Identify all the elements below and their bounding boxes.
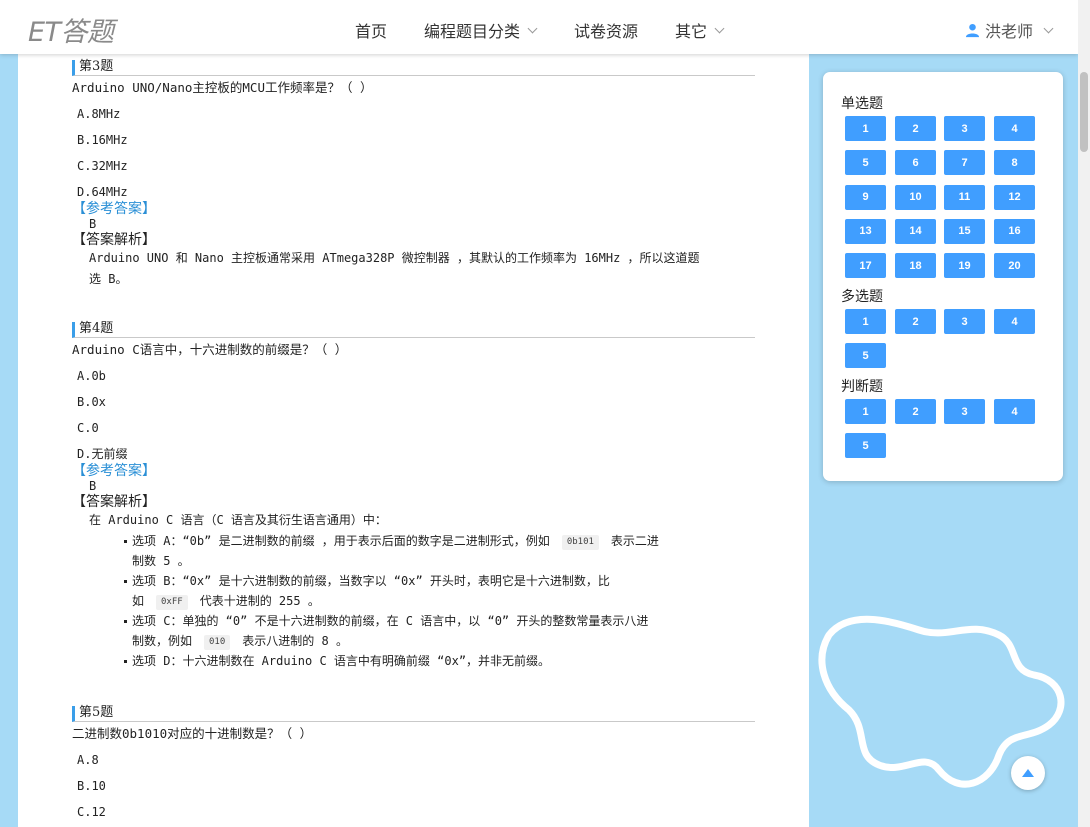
single-question-button[interactable]: 2 bbox=[895, 116, 936, 141]
question-title: 第3题 bbox=[72, 60, 755, 76]
option-a[interactable]: A.8MHz bbox=[77, 106, 755, 132]
explanation-bullet: 选项 A：“0b” 是二进制数的前缀 ，用于表示后面的数字是二进制形式，例如 0b… bbox=[124, 531, 755, 571]
chevron-down-icon bbox=[527, 23, 538, 33]
single-question-button[interactable]: 5 bbox=[845, 150, 886, 176]
option-d[interactable]: D.无前缀 bbox=[77, 446, 755, 462]
question-title: 第4题 bbox=[72, 322, 755, 338]
question-stem: 二进制数0b1010对应的十进制数是？（ ） bbox=[72, 726, 313, 741]
explanation-bullet: 选项 D：十六进制数在 Arduino C 语言中有明确前缀 “0x”，并非无前… bbox=[124, 651, 755, 671]
back-to-top-button[interactable] bbox=[1011, 756, 1045, 790]
multi-question-button[interactable]: 5 bbox=[845, 343, 886, 369]
single-question-button[interactable]: 7 bbox=[944, 150, 985, 176]
single-question-button[interactable]: 20 bbox=[994, 253, 1035, 279]
single-question-button[interactable]: 3 bbox=[944, 116, 985, 141]
single-question-button[interactable]: 18 bbox=[895, 253, 936, 279]
single-question-button[interactable]: 12 bbox=[994, 184, 1035, 210]
option-a[interactable]: A.8 bbox=[77, 752, 755, 778]
single-question-button[interactable]: 19 bbox=[944, 253, 985, 279]
question-5: 第5题 二进制数0b1010对应的十进制数是？（ ） A.8 B.10 C.12 bbox=[72, 706, 755, 827]
nav-home-label: 首页 bbox=[355, 24, 388, 41]
single-question-button[interactable]: 14 bbox=[895, 218, 936, 244]
nav-categories-label: 编程题目分类 bbox=[424, 24, 521, 41]
option-c[interactable]: C.12 bbox=[77, 804, 755, 827]
code-snippet: 0xFF bbox=[156, 595, 188, 610]
explanation-bullet: 选项 C：单独的 “0” 不是十六进制数的前缀，在 C 语言中，以 “0” 开头… bbox=[124, 611, 755, 651]
option-c[interactable]: C.0 bbox=[77, 420, 755, 446]
scrollbar-thumb[interactable] bbox=[1080, 72, 1088, 152]
single-question-button[interactable]: 17 bbox=[845, 253, 886, 279]
caret-up-icon bbox=[1022, 769, 1034, 777]
judge-question-button[interactable]: 3 bbox=[944, 399, 985, 424]
nav-papers[interactable]: 试卷资源 bbox=[574, 18, 638, 42]
code-snippet: 010 bbox=[204, 635, 231, 650]
nav-categories-dropdown[interactable]: 编程题目分类 bbox=[424, 18, 538, 42]
single-question-button[interactable]: 16 bbox=[994, 218, 1035, 244]
judge-question-button[interactable]: 4 bbox=[994, 399, 1035, 424]
option-c[interactable]: C.32MHz bbox=[77, 158, 755, 184]
option-d[interactable]: D.64MHz bbox=[77, 184, 755, 200]
single-question-button[interactable]: 4 bbox=[994, 116, 1035, 141]
explanation-intro: 在 Arduino C 语言（C 语言及其衍生语言通用）中： bbox=[89, 513, 387, 527]
user-menu[interactable]: 洪老师 bbox=[965, 18, 1054, 42]
page-scrollbar[interactable] bbox=[1078, 0, 1090, 827]
explanation-line: 选 B。 bbox=[89, 272, 128, 286]
answer-value: B bbox=[89, 217, 97, 231]
multi-question-button[interactable]: 1 bbox=[845, 309, 886, 334]
judge-question-button[interactable]: 2 bbox=[895, 399, 936, 424]
chevron-down-icon bbox=[1043, 23, 1054, 33]
single-question-button[interactable]: 6 bbox=[895, 150, 936, 176]
multi-question-button[interactable]: 4 bbox=[994, 309, 1035, 334]
top-navbar: ET答题 首页 编程题目分类 试卷资源 其它 洪老师 bbox=[0, 0, 1078, 54]
question-stem: Arduino UNO/Nano主控板的MCU工作频率是？（ ） bbox=[72, 80, 373, 95]
judge-question-button[interactable]: 5 bbox=[845, 433, 886, 459]
site-logo[interactable]: ET答题 bbox=[28, 10, 114, 49]
single-question-button[interactable]: 9 bbox=[845, 184, 886, 210]
nav-papers-label: 试卷资源 bbox=[574, 24, 639, 41]
option-b[interactable]: B.0x bbox=[77, 394, 755, 420]
option-a[interactable]: A.0b bbox=[77, 368, 755, 394]
single-question-button[interactable]: 10 bbox=[895, 184, 936, 210]
question-navigator: 单选题 1 2 3 4 5 6 7 8 9 10 11 12 13 14 15 16 17 18 19 20 多选题 … bbox=[823, 72, 1063, 481]
explanation-bullet: 选项 B：“0x” 是十六进制数的前缀，当数字以 “0x” 开头时，表明它是十六… bbox=[124, 571, 755, 611]
user-name: 洪老师 bbox=[984, 24, 1033, 41]
option-b[interactable]: B.16MHz bbox=[77, 132, 755, 158]
judge-question-button[interactable]: 1 bbox=[845, 399, 886, 424]
code-snippet: 0b101 bbox=[561, 535, 599, 550]
answer-heading: 【参考答案】 bbox=[72, 462, 156, 478]
section-label-multi: 多选题 bbox=[841, 288, 883, 304]
single-question-button[interactable]: 13 bbox=[845, 218, 886, 244]
chevron-down-icon bbox=[714, 23, 725, 33]
question-title: 第5题 bbox=[72, 706, 755, 722]
section-label-single: 单选题 bbox=[841, 95, 883, 111]
question-stem: Arduino C语言中，十六进制数的前缀是？（ ） bbox=[72, 342, 348, 357]
nav-other-label: 其它 bbox=[675, 24, 708, 41]
multi-question-button[interactable]: 3 bbox=[944, 309, 985, 334]
explanation-heading: 【答案解析】 bbox=[72, 493, 156, 509]
single-question-button[interactable]: 15 bbox=[944, 218, 985, 244]
user-icon bbox=[965, 23, 980, 37]
explanation-line: Arduino UNO 和 Nano 主控板通常采用 ATmega328P 微控… bbox=[89, 251, 700, 265]
answer-heading: 【参考答案】 bbox=[72, 200, 156, 216]
nav-other-dropdown[interactable]: 其它 bbox=[675, 18, 725, 42]
question-content-panel: 第3题 Arduino UNO/Nano主控板的MCU工作频率是？（ ） A.8… bbox=[18, 54, 809, 827]
answer-value: B bbox=[89, 479, 97, 493]
multi-question-button[interactable]: 2 bbox=[895, 309, 936, 334]
single-question-button[interactable]: 11 bbox=[944, 184, 985, 210]
single-question-button[interactable]: 1 bbox=[845, 116, 886, 141]
explanation-heading: 【答案解析】 bbox=[72, 231, 156, 247]
question-3: 第3题 Arduino UNO/Nano主控板的MCU工作频率是？（ ） A.8… bbox=[72, 60, 755, 290]
nav-home[interactable]: 首页 bbox=[355, 18, 387, 42]
option-b[interactable]: B.10 bbox=[77, 778, 755, 804]
question-4: 第4题 Arduino C语言中，十六进制数的前缀是？（ ） A.0b B.0x… bbox=[72, 322, 755, 671]
single-question-button[interactable]: 8 bbox=[994, 150, 1035, 176]
section-label-judge: 判断题 bbox=[841, 378, 883, 394]
